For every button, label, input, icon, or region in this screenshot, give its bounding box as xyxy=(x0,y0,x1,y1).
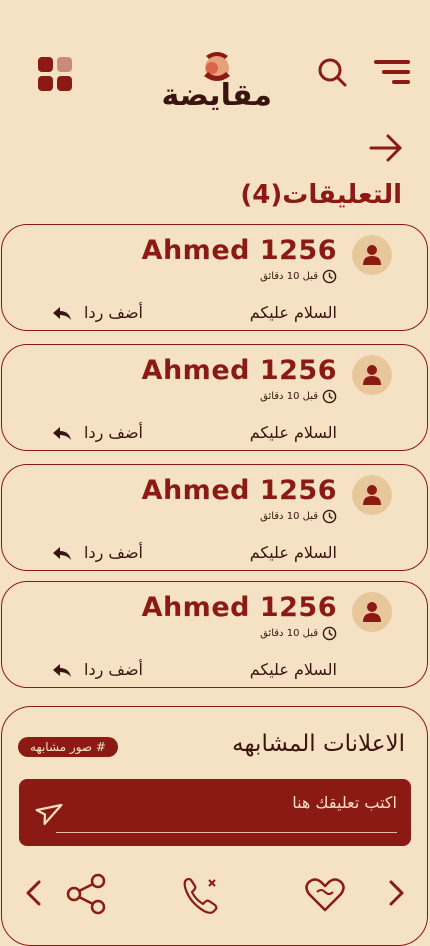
comment-username[interactable]: Ahmed 1256 xyxy=(142,475,337,506)
heart-icon[interactable] xyxy=(303,874,347,914)
user-icon xyxy=(363,245,381,265)
user-icon xyxy=(363,485,381,505)
comment-input[interactable] xyxy=(67,789,397,815)
phone-icon[interactable] xyxy=(180,874,228,918)
reply-label: أضف ردا xyxy=(84,543,143,562)
comment-text: السلام عليكم xyxy=(249,423,337,442)
comment-text: السلام عليكم xyxy=(249,660,337,679)
arrow-right-icon[interactable] xyxy=(368,130,404,166)
comment-time-text: قبل 10 دقائق xyxy=(260,391,318,402)
comment-time-text: قبل 10 دقائق xyxy=(260,628,318,639)
comment-text: السلام عليكم xyxy=(249,303,337,322)
similar-images-tag[interactable]: # صور مشابهه xyxy=(18,737,118,757)
comment-card: Ahmed 1256 قبل 10 دقائق السلام عليكم أضف… xyxy=(1,581,428,688)
comment-composer xyxy=(19,779,411,846)
reply-icon xyxy=(53,426,71,440)
send-icon[interactable] xyxy=(35,795,67,827)
comments-title: التعليقات(4) xyxy=(240,180,402,210)
comment-time: قبل 10 دقائق xyxy=(260,269,337,284)
comment-time-text: قبل 10 دقائق xyxy=(260,511,318,522)
comment-username[interactable]: Ahmed 1256 xyxy=(142,355,337,386)
clock-icon xyxy=(322,509,337,524)
reply-icon xyxy=(53,306,71,320)
similar-ads-title: الاعلانات المشابهه xyxy=(232,731,405,757)
user-icon xyxy=(363,365,381,385)
comment-time: قبل 10 دقائق xyxy=(260,389,337,404)
chevron-left-icon[interactable] xyxy=(22,878,46,908)
app-logo: مقايضة xyxy=(162,50,272,116)
search-icon[interactable] xyxy=(316,56,348,88)
comment-time: قبل 10 دقائق xyxy=(260,626,337,641)
menu-icon[interactable] xyxy=(370,56,414,88)
comment-time: قبل 10 دقائق xyxy=(260,509,337,524)
comment-card: Ahmed 1256 قبل 10 دقائق السلام عليكم أضف… xyxy=(1,344,428,451)
chevron-right-icon[interactable] xyxy=(384,878,408,908)
avatar[interactable] xyxy=(352,235,392,275)
comment-card: Ahmed 1256 قبل 10 دقائق السلام عليكم أضف… xyxy=(1,464,428,571)
avatar[interactable] xyxy=(352,355,392,395)
comment-text: السلام عليكم xyxy=(249,543,337,562)
reply-icon xyxy=(53,663,71,677)
reply-button[interactable]: أضف ردا xyxy=(52,660,143,679)
comment-time-text: قبل 10 دقائق xyxy=(260,271,318,282)
share-icon[interactable] xyxy=(64,871,110,917)
avatar[interactable] xyxy=(352,475,392,515)
avatar[interactable] xyxy=(352,592,392,632)
comment-username[interactable]: Ahmed 1256 xyxy=(142,592,337,623)
reply-label: أضف ردا xyxy=(84,660,143,679)
clock-icon xyxy=(322,269,337,284)
reply-button[interactable]: أضف ردا xyxy=(52,303,143,322)
composer-underline xyxy=(56,832,397,833)
reply-button[interactable]: أضف ردا xyxy=(52,543,143,562)
clock-icon xyxy=(322,389,337,404)
comment-username[interactable]: Ahmed 1256 xyxy=(142,235,337,266)
reply-label: أضف ردا xyxy=(84,303,143,322)
grid-icon[interactable] xyxy=(38,57,76,95)
clock-icon xyxy=(322,626,337,641)
reply-button[interactable]: أضف ردا xyxy=(52,423,143,442)
user-icon xyxy=(363,602,381,622)
reply-label: أضف ردا xyxy=(84,423,143,442)
reply-icon xyxy=(53,546,71,560)
comment-card: Ahmed 1256 قبل 10 دقائق السلام عليكم أضف… xyxy=(1,224,428,331)
logo-text: مقايضة xyxy=(161,78,272,113)
